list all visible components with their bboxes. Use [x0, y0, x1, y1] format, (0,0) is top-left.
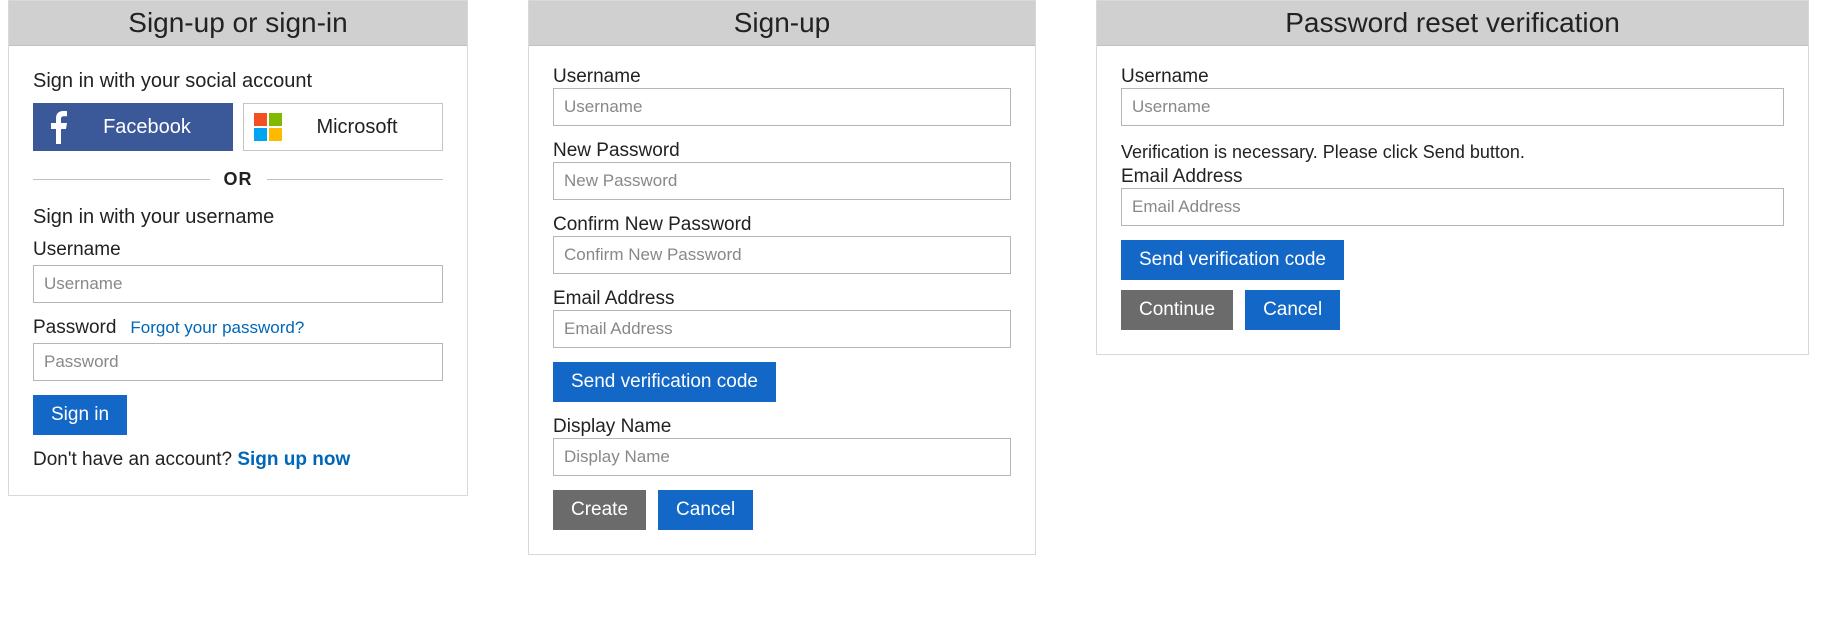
signin-button[interactable]: Sign in	[33, 395, 127, 435]
forgot-password-link[interactable]: Forgot your password?	[130, 318, 304, 338]
reset-info-text: Verification is necessary. Please click …	[1121, 140, 1784, 164]
facebook-label: Facebook	[82, 116, 232, 139]
signup-panel-title: Sign-up	[529, 1, 1035, 46]
signup-newpw-input[interactable]	[553, 162, 1011, 200]
no-account-text: Don't have an account?	[33, 449, 237, 470]
signup-cancel-button[interactable]: Cancel	[658, 490, 753, 530]
facebook-icon	[34, 104, 82, 150]
or-divider: OR	[33, 169, 443, 190]
signup-send-code-button[interactable]: Send verification code	[553, 362, 776, 402]
signup-username-label: Username	[553, 66, 1011, 88]
signup-email-label: Email Address	[553, 288, 1011, 310]
facebook-button[interactable]: Facebook	[33, 103, 233, 151]
continue-button[interactable]: Continue	[1121, 290, 1233, 330]
signup-username-input[interactable]	[553, 88, 1011, 126]
reset-username-input[interactable]	[1121, 88, 1784, 126]
signup-confirmpw-input[interactable]	[553, 236, 1011, 274]
reset-send-code-button[interactable]: Send verification code	[1121, 240, 1344, 280]
reset-cancel-button[interactable]: Cancel	[1245, 290, 1340, 330]
microsoft-icon	[244, 104, 292, 150]
signup-display-label: Display Name	[553, 416, 1011, 438]
signup-email-input[interactable]	[553, 310, 1011, 348]
signup-panel: Sign-up Username New Password Confirm Ne…	[528, 0, 1036, 555]
signin-panel-title: Sign-up or sign-in	[9, 1, 467, 46]
social-signin-heading: Sign in with your social account	[33, 70, 443, 93]
create-button[interactable]: Create	[553, 490, 646, 530]
reset-panel: Password reset verification Username Ver…	[1096, 0, 1809, 355]
signup-newpw-label: New Password	[553, 140, 1011, 162]
signin-username-label: Username	[33, 239, 121, 261]
signup-display-input[interactable]	[553, 438, 1011, 476]
signin-password-label: Password	[33, 317, 116, 339]
microsoft-button[interactable]: Microsoft	[243, 103, 443, 151]
reset-email-label: Email Address	[1121, 166, 1784, 188]
microsoft-label: Microsoft	[292, 116, 442, 139]
or-text: OR	[210, 169, 267, 190]
reset-panel-title: Password reset verification	[1097, 1, 1808, 46]
local-signin-heading: Sign in with your username	[33, 206, 443, 229]
signup-now-link[interactable]: Sign up now	[237, 449, 350, 470]
signup-confirmpw-label: Confirm New Password	[553, 214, 1011, 236]
signin-panel: Sign-up or sign-in Sign in with your soc…	[8, 0, 468, 496]
reset-email-input[interactable]	[1121, 188, 1784, 226]
signin-password-input[interactable]	[33, 343, 443, 381]
reset-username-label: Username	[1121, 66, 1784, 88]
signin-username-input[interactable]	[33, 265, 443, 303]
